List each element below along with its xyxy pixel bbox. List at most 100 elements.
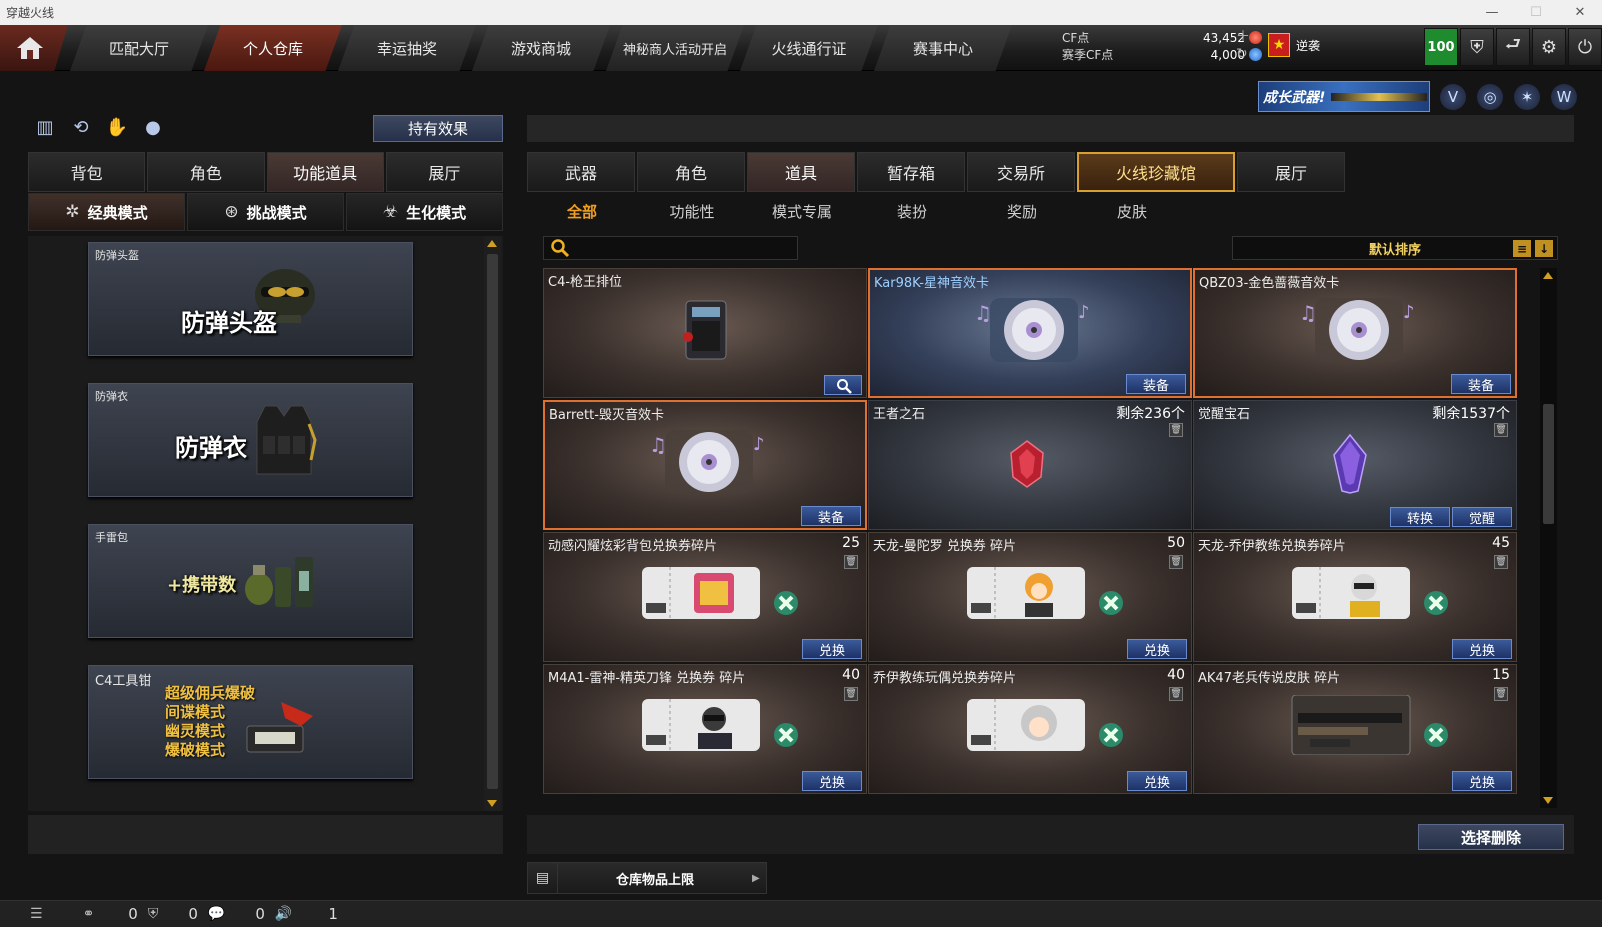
prop-card-helmet[interactable]: 防弹头盔 防弹头盔 bbox=[88, 242, 413, 356]
shield-icon[interactable]: ⛨ bbox=[1460, 28, 1494, 66]
scroll-up-icon[interactable] bbox=[487, 240, 497, 247]
add-cf-icon[interactable]: ＋ bbox=[1236, 29, 1250, 46]
globe-emblem-icon[interactable]: ◎ bbox=[1477, 84, 1503, 110]
redeem-button[interactable]: 兑换 bbox=[1452, 771, 1512, 791]
subtab-skins[interactable]: 皮肤 bbox=[1077, 196, 1187, 226]
ranking-icon[interactable]: ▥ bbox=[34, 116, 56, 138]
list-view-icon[interactable]: ≡ bbox=[1513, 240, 1531, 257]
scroll-down-icon[interactable] bbox=[1543, 797, 1553, 804]
subtab-rewards[interactable]: 奖励 bbox=[967, 196, 1077, 226]
refresh-icon[interactable]: ↻ bbox=[1236, 46, 1250, 63]
tab-showroom[interactable]: 展厅 bbox=[385, 152, 503, 192]
tab-bio-mode[interactable]: ☣ 生化模式 bbox=[346, 193, 503, 231]
tab-function-props[interactable]: 功能道具 bbox=[266, 152, 384, 192]
level-badge[interactable]: 100 bbox=[1424, 28, 1458, 66]
w-emblem-icon[interactable]: W bbox=[1551, 84, 1577, 110]
item-grid-scrollbar[interactable] bbox=[1540, 268, 1557, 808]
prop-card-c4-pliers[interactable]: C4工具钳 超级佣兵爆破 间谍模式 幽灵模式 爆破模式 bbox=[88, 665, 413, 779]
left-scrollbar[interactable] bbox=[484, 236, 501, 811]
scroll-up-icon[interactable] bbox=[1543, 272, 1553, 279]
history-icon[interactable]: ⟲ bbox=[70, 116, 92, 138]
tab-personal-warehouse[interactable]: 个人仓库 bbox=[204, 25, 342, 71]
prop-card-grenade-pack[interactable]: 手雷包 +携带数 bbox=[88, 524, 413, 638]
item-card[interactable]: 乔伊教练玩偶兑换券碎片 40 🗑 兑换 bbox=[868, 664, 1192, 794]
trash-icon[interactable]: 🗑 bbox=[1169, 687, 1183, 701]
trash-icon[interactable]: 🗑 bbox=[1494, 423, 1508, 437]
redeem-button[interactable]: 兑换 bbox=[802, 771, 862, 791]
tab-characters[interactable]: 角色 bbox=[637, 152, 745, 192]
redeem-button[interactable]: 兑换 bbox=[1127, 771, 1187, 791]
sort-dropdown[interactable]: 默认排序 ≡ ↓ bbox=[1232, 236, 1558, 260]
tab-collection-hall[interactable]: 火线珍藏馆 bbox=[1077, 152, 1235, 192]
grenade-icon[interactable]: ● bbox=[142, 116, 164, 138]
wing-emblem-icon[interactable]: ✶ bbox=[1514, 84, 1540, 110]
gear-icon[interactable]: ⚙ bbox=[1532, 28, 1566, 66]
chat-icon[interactable]: 💬 bbox=[208, 906, 225, 922]
tab-exhibition[interactable]: 展厅 bbox=[1237, 152, 1345, 192]
tab-storage-box[interactable]: 暂存箱 bbox=[857, 152, 965, 192]
convert-button[interactable]: 转换 bbox=[1390, 507, 1450, 527]
exit-room-icon[interactable]: ⮐ bbox=[1496, 28, 1530, 66]
warehouse-capacity[interactable]: ▤ 仓库物品上限 ▶ bbox=[527, 862, 767, 894]
prop-card-vest[interactable]: 防弹衣 防弹衣 bbox=[88, 383, 413, 497]
tab-exchange[interactable]: 交易所 bbox=[967, 152, 1075, 192]
tab-backpack[interactable]: 背包 bbox=[28, 152, 146, 192]
tab-mystery-merchant[interactable]: 神秘商人活动开启 bbox=[606, 25, 744, 71]
subtab-functional[interactable]: 功能性 bbox=[637, 196, 747, 226]
hand-icon[interactable]: ✋ bbox=[106, 116, 128, 138]
select-delete-button[interactable]: 选择删除 bbox=[1418, 824, 1564, 850]
preview-button[interactable] bbox=[824, 375, 862, 395]
scroll-thumb[interactable] bbox=[487, 254, 498, 789]
item-card[interactable]: 天龙-曼陀罗 兑换券 碎片 50 🗑 兑换 bbox=[868, 532, 1192, 662]
tab-event-center[interactable]: 赛事中心 bbox=[874, 25, 1012, 71]
tab-game-store[interactable]: 游戏商城 bbox=[472, 25, 610, 71]
close-button[interactable]: ✕ bbox=[1558, 0, 1602, 25]
scroll-down-icon[interactable] bbox=[487, 800, 497, 807]
search-input[interactable] bbox=[543, 236, 798, 260]
growth-weapon-banner[interactable]: 成长武器! bbox=[1258, 81, 1430, 112]
item-card[interactable]: Kar98K-星神音效卡 ♫ ♪ 装备 bbox=[868, 268, 1192, 398]
minimize-button[interactable]: — bbox=[1470, 0, 1514, 25]
tab-battle-pass[interactable]: 火线通行证 bbox=[740, 25, 878, 71]
subtab-dress-up[interactable]: 装扮 bbox=[857, 196, 967, 226]
volume-icon[interactable]: 🔊 bbox=[275, 906, 292, 922]
home-button[interactable] bbox=[0, 25, 68, 71]
trash-icon[interactable]: 🗑 bbox=[1169, 555, 1183, 569]
item-card[interactable]: Barrett-毁灭音效卡 ♫ ♪ 装备 bbox=[543, 400, 867, 530]
trash-icon[interactable]: 🗑 bbox=[844, 687, 858, 701]
item-card[interactable]: 动感闪耀炫彩背包兑换券碎片 25 🗑 兑换 bbox=[543, 532, 867, 662]
tab-items[interactable]: 道具 bbox=[747, 152, 855, 192]
tab-character[interactable]: 角色 bbox=[147, 152, 265, 192]
item-card[interactable]: 天龙-乔伊教练兑换券碎片 45 🗑 兑换 bbox=[1193, 532, 1517, 662]
equip-button[interactable]: 装备 bbox=[1126, 374, 1186, 394]
scroll-thumb[interactable] bbox=[1543, 404, 1554, 524]
rank-display[interactable]: ★ 逆袭 bbox=[1268, 33, 1320, 57]
awaken-button[interactable]: 觉醒 bbox=[1452, 507, 1512, 527]
item-card[interactable]: C4-枪王排位 bbox=[543, 268, 867, 398]
redeem-button[interactable]: 兑换 bbox=[802, 639, 862, 659]
tab-lucky-draw[interactable]: 幸运抽奖 bbox=[338, 25, 476, 71]
item-card[interactable]: 觉醒宝石 剩余1537个 🗑 转换 觉醒 bbox=[1193, 400, 1517, 530]
trash-icon[interactable]: 🗑 bbox=[844, 555, 858, 569]
trash-icon[interactable]: 🗑 bbox=[1169, 423, 1183, 437]
emblem-v-icon[interactable]: V bbox=[1440, 84, 1466, 110]
menu-list-icon[interactable]: ☰ bbox=[30, 906, 43, 922]
sort-order-icon[interactable]: ↓ bbox=[1535, 240, 1553, 257]
shield-status-icon[interactable]: ⛨ bbox=[148, 906, 159, 922]
power-icon[interactable]: ⏻ bbox=[1568, 28, 1602, 66]
item-card[interactable]: QBZ03-金色蔷薇音效卡 ♫ ♪ 装备 bbox=[1193, 268, 1517, 398]
tab-match-lobby[interactable]: 匹配大厅 bbox=[70, 25, 208, 71]
tab-weapons[interactable]: 武器 bbox=[527, 152, 635, 192]
trash-icon[interactable]: 🗑 bbox=[1494, 555, 1508, 569]
tab-classic-mode[interactable]: ✲ 经典模式 bbox=[28, 193, 185, 231]
item-card[interactable]: M4A1-雷神-精英刀锋 兑换券 碎片 40 🗑 兑换 bbox=[543, 664, 867, 794]
subtab-mode-exclusive[interactable]: 模式专属 bbox=[747, 196, 857, 226]
item-card[interactable]: 王者之石 剩余236个 🗑 bbox=[868, 400, 1192, 530]
hold-effect-button[interactable]: 持有效果 bbox=[373, 115, 503, 142]
maximize-button[interactable]: ☐ bbox=[1514, 0, 1558, 25]
binoculars-icon[interactable]: ⚭ bbox=[83, 906, 95, 922]
redeem-button[interactable]: 兑换 bbox=[1127, 639, 1187, 659]
subtab-all[interactable]: 全部 bbox=[527, 196, 637, 226]
equip-button[interactable]: 装备 bbox=[1451, 374, 1511, 394]
item-card[interactable]: AK47老兵传说皮肤 碎片 15 🗑 兑换 bbox=[1193, 664, 1517, 794]
